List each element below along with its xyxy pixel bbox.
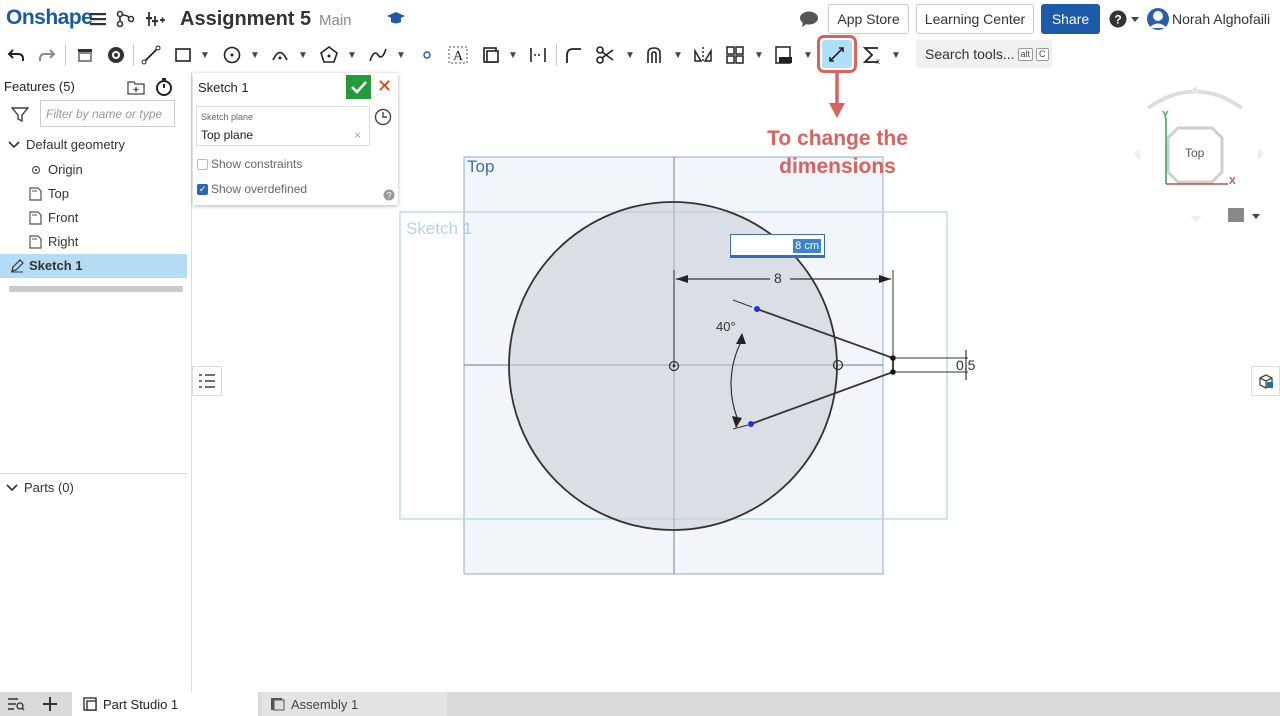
- wedge-point-lower: [748, 421, 754, 427]
- feature-panel: Features (5) Filter by name or type Defa…: [0, 72, 192, 692]
- sketch-plane-field[interactable]: Sketch plane Top plane ×: [196, 106, 370, 146]
- rollback-timer-icon[interactable]: [153, 76, 175, 98]
- filter-icon[interactable]: [10, 105, 30, 123]
- appearance-panel-toggle[interactable]: [1251, 366, 1280, 396]
- view-cube-face-label: Top: [1185, 146, 1205, 160]
- show-constraints-label: Show constraints: [211, 157, 303, 171]
- dimension-small-label[interactable]: 0.5: [956, 357, 975, 373]
- tree-item-sketch[interactable]: Sketch 1: [10, 258, 82, 273]
- show-overdefined-checkbox[interactable]: ✓ Show overdefined: [197, 182, 307, 196]
- plane-icon: [29, 186, 42, 201]
- annotation-line-1: To change the: [767, 127, 908, 150]
- filter-input[interactable]: Filter by name or type: [40, 100, 175, 127]
- parts-label: Parts (0): [24, 480, 74, 495]
- checkmark-icon: [350, 81, 367, 94]
- axis-x-label: X: [1229, 176, 1236, 187]
- tip-point-lower: [890, 369, 896, 375]
- sketch-dialog-title: Sketch 1: [198, 80, 249, 95]
- parts-group[interactable]: Parts (0): [6, 480, 74, 495]
- default-geometry-label: Default geometry: [26, 137, 125, 152]
- part-studio-icon: [83, 697, 97, 711]
- top-plane-label: Top: [467, 157, 495, 176]
- dimension-horizontal-label[interactable]: 8: [774, 270, 782, 286]
- origin-label: Origin: [48, 162, 83, 177]
- checkbox-unchecked-icon: [197, 158, 208, 170]
- dimension-value-input[interactable]: 8 cm: [730, 234, 825, 258]
- sketch-plane-value: Top plane: [201, 128, 254, 142]
- show-constraints-checkbox[interactable]: Show constraints: [197, 157, 302, 171]
- clear-icon[interactable]: ×: [354, 128, 361, 142]
- tree-item-top[interactable]: Top: [28, 186, 69, 201]
- feature-list-toggle[interactable]: [192, 366, 222, 396]
- features-header: Features (5): [4, 79, 75, 94]
- dimension-input-value: 8 cm: [793, 239, 821, 253]
- annotation-text: To change the dimensions: [740, 125, 935, 181]
- graphics-canvas[interactable]: [0, 0, 1280, 716]
- checkbox-checked-icon: ✓: [197, 183, 208, 195]
- tree-item-right[interactable]: Right: [28, 234, 78, 249]
- sketch-label: Sketch 1: [406, 219, 473, 238]
- render-mode-icon: [1228, 208, 1244, 222]
- sketch-label: Sketch 1: [29, 258, 83, 273]
- cube-icon: [1258, 374, 1273, 389]
- annotation-arrow-icon: [829, 72, 845, 118]
- right-label: Right: [48, 234, 79, 249]
- add-tab-icon[interactable]: [40, 695, 60, 713]
- sketch-dialog: Sketch 1 ✕ Sketch plane Top plane × Show…: [193, 73, 398, 205]
- assembly-icon: [271, 698, 285, 711]
- origin-icon: [31, 165, 41, 174]
- rollback-bar[interactable]: [9, 286, 183, 292]
- view-cube[interactable]: Top Y X: [1120, 80, 1270, 250]
- accept-button[interactable]: [346, 75, 371, 99]
- tree-item-front[interactable]: Front: [28, 210, 78, 225]
- show-overdefined-label: Show overdefined: [211, 182, 308, 196]
- axis-y-label: Y: [1162, 110, 1169, 121]
- tab-assembly[interactable]: Assembly 1: [262, 692, 447, 716]
- cancel-icon[interactable]: ✕: [377, 76, 392, 97]
- help-circle-icon[interactable]: ?: [382, 188, 396, 202]
- tab-part-studio-label: Part Studio 1: [103, 696, 179, 712]
- view-normal-icon[interactable]: [373, 107, 393, 127]
- sketch-pencil-icon: [11, 258, 24, 272]
- svg-text:?: ?: [386, 191, 391, 201]
- tab-assembly-label: Assembly 1: [291, 696, 359, 712]
- annotation-line-2: dimensions: [779, 155, 896, 178]
- default-geometry-group[interactable]: Default geometry: [8, 137, 125, 152]
- list-icon: [199, 374, 215, 388]
- wedge-point-upper: [754, 306, 760, 312]
- tree-item-origin[interactable]: Origin: [30, 162, 83, 177]
- tab-bar: Part Studio 1 Assembly 1: [0, 692, 1280, 716]
- tab-part-studio[interactable]: Part Studio 1: [72, 692, 258, 716]
- dimension-angle-label[interactable]: 40°: [716, 319, 736, 334]
- plane-icon: [29, 210, 42, 225]
- tab-manager-icon[interactable]: [6, 695, 26, 713]
- sketch-plane-label: Sketch plane: [201, 112, 254, 122]
- add-folder-icon[interactable]: [126, 78, 146, 96]
- top-label: Top: [48, 186, 69, 201]
- front-label: Front: [48, 210, 79, 225]
- plane-icon: [29, 234, 42, 249]
